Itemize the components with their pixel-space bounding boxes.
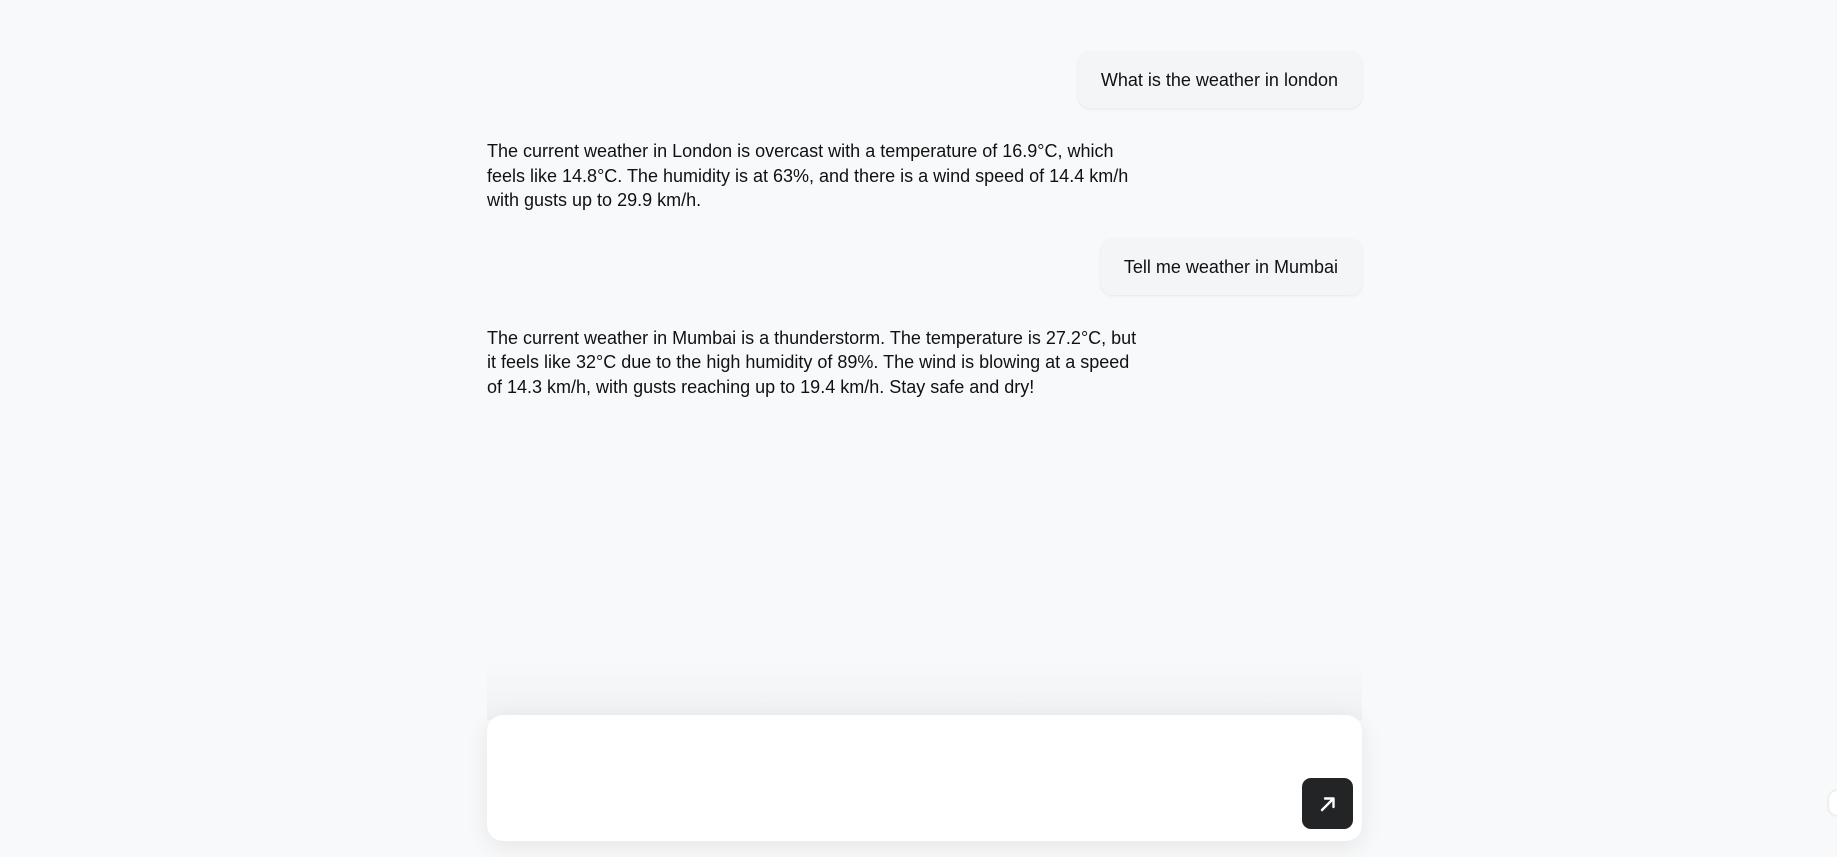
user-message: Tell me weather in Mumbai <box>1100 238 1362 295</box>
chat-page: What is the weather in london The curren… <box>0 0 1837 857</box>
side-panel-handle[interactable] <box>1829 791 1837 815</box>
user-message-row: Tell me weather in Mumbai <box>487 238 1362 295</box>
message-list: What is the weather in london The curren… <box>487 52 1362 399</box>
assistant-message: The current weather in London is overcas… <box>487 141 1129 210</box>
user-message: What is the weather in london <box>1077 52 1362 108</box>
composer-fade <box>487 660 1362 720</box>
arrow-up-right-icon <box>1320 796 1335 811</box>
user-message-row: What is the weather in london <box>487 52 1362 108</box>
message-composer <box>487 715 1362 841</box>
message-input[interactable] <box>507 731 1271 795</box>
send-button[interactable] <box>1302 778 1353 829</box>
assistant-message: The current weather in Mumbai is a thund… <box>487 327 1137 397</box>
